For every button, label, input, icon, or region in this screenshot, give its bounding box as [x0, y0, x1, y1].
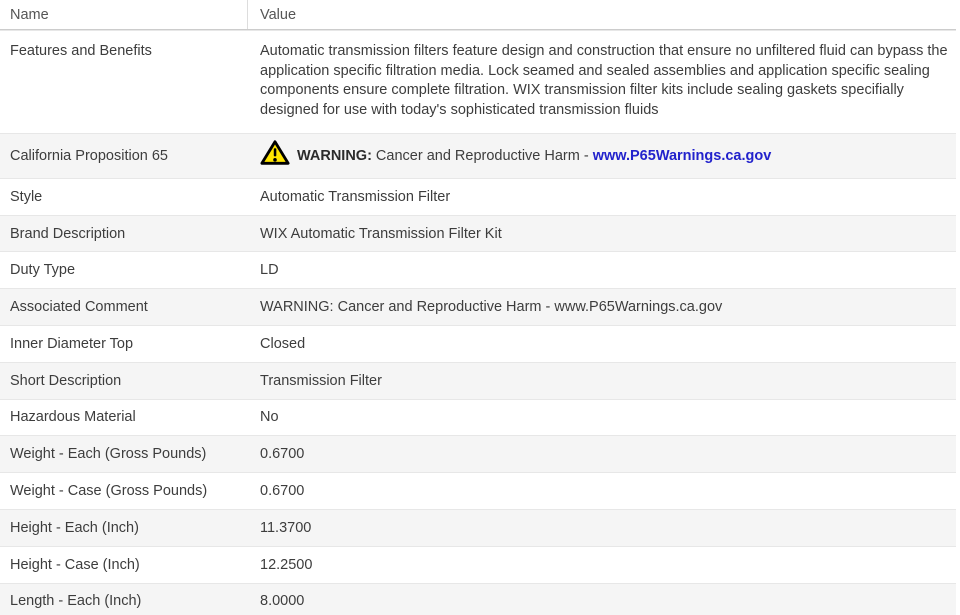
table-row-short-description: Short Description Transmission Filter	[0, 361, 956, 399]
table-row-length-each: Length - Each (Inch) 8.0000	[0, 582, 956, 615]
prop65-warning: WARNING: Cancer and Reproductive Harm - …	[260, 140, 952, 171]
row-value-text: 11.3700	[260, 519, 312, 536]
prop65-warning-label: WARNING:	[297, 147, 372, 164]
row-name-label: Hazardous Material	[10, 409, 136, 426]
row-name-label: Features and Benefits	[10, 43, 152, 59]
column-header-name: Name	[0, 0, 248, 29]
row-name-label: Style	[10, 188, 43, 205]
table-row-brand-description: Brand Description WIX Automatic Transmis…	[0, 214, 956, 252]
warning-triangle-icon	[260, 139, 290, 170]
row-value-text: 8.0000	[260, 593, 305, 610]
spec-table: Name Value Features and Benefits Automat…	[0, 0, 956, 615]
row-name-label: Duty Type	[10, 262, 76, 279]
row-value-text: 0.6700	[260, 483, 305, 500]
table-row-style: Style Automatic Transmission Filter	[0, 177, 956, 215]
column-header-value: Value	[260, 6, 297, 23]
row-value-text: WARNING: Cancer and Reproductive Harm - …	[260, 299, 723, 316]
row-name-label: Brand Description	[10, 225, 126, 242]
row-name-label: Weight - Case (Gross Pounds)	[10, 483, 208, 500]
row-name-label: Length - Each (Inch)	[10, 593, 142, 610]
table-row-features-and-benefits: Features and Benefits Automatic transmis…	[0, 30, 956, 133]
table-row-duty-type: Duty Type LD	[0, 251, 956, 289]
table-row-california-proposition-65: California Proposition 65 WARNING: Cance…	[0, 132, 956, 178]
row-name-label: Height - Case (Inch)	[10, 556, 140, 573]
table-row-hazardous-material: Hazardous Material No	[0, 398, 956, 436]
product-spec-page: Name Value Features and Benefits Automat…	[0, 0, 960, 615]
row-name-label: Short Description	[10, 372, 122, 389]
table-header-row: Name Value	[0, 0, 956, 30]
row-value-text: No	[260, 409, 279, 426]
row-value-text: Automatic transmission filters feature d…	[260, 43, 948, 119]
row-name-label: California Proposition 65	[10, 147, 168, 164]
row-name-label: Weight - Each (Gross Pounds)	[10, 446, 207, 463]
table-row-associated-comment: Associated Comment WARNING: Cancer and R…	[0, 288, 956, 325]
p65-warnings-link[interactable]: www.P65Warnings.ca.gov	[593, 148, 772, 164]
table-row-inner-diameter-top: Inner Diameter Top Closed	[0, 325, 956, 362]
row-value-text: 12.2500	[260, 556, 313, 573]
row-name-label: Height - Each (Inch)	[10, 519, 139, 536]
row-value-text: WIX Automatic Transmission Filter Kit	[260, 225, 502, 242]
table-row-weight-case: Weight - Case (Gross Pounds) 0.6700	[0, 472, 956, 509]
row-value-text: Automatic Transmission Filter	[260, 188, 451, 205]
row-name-label: Associated Comment	[10, 299, 148, 316]
table-row-height-each: Height - Each (Inch) 11.3700	[0, 508, 956, 546]
table-row-weight-each: Weight - Each (Gross Pounds) 0.6700	[0, 435, 956, 473]
row-value-text: Transmission Filter	[260, 372, 382, 389]
row-value-text: 0.6700	[260, 446, 305, 463]
table-row-height-case: Height - Case (Inch) 12.2500	[0, 545, 956, 583]
row-value-text: Closed	[260, 335, 306, 352]
row-name-label: Inner Diameter Top	[10, 335, 134, 352]
row-value-text: LD	[260, 262, 279, 279]
prop65-warning-text: Cancer and Reproductive Harm -	[375, 147, 589, 164]
